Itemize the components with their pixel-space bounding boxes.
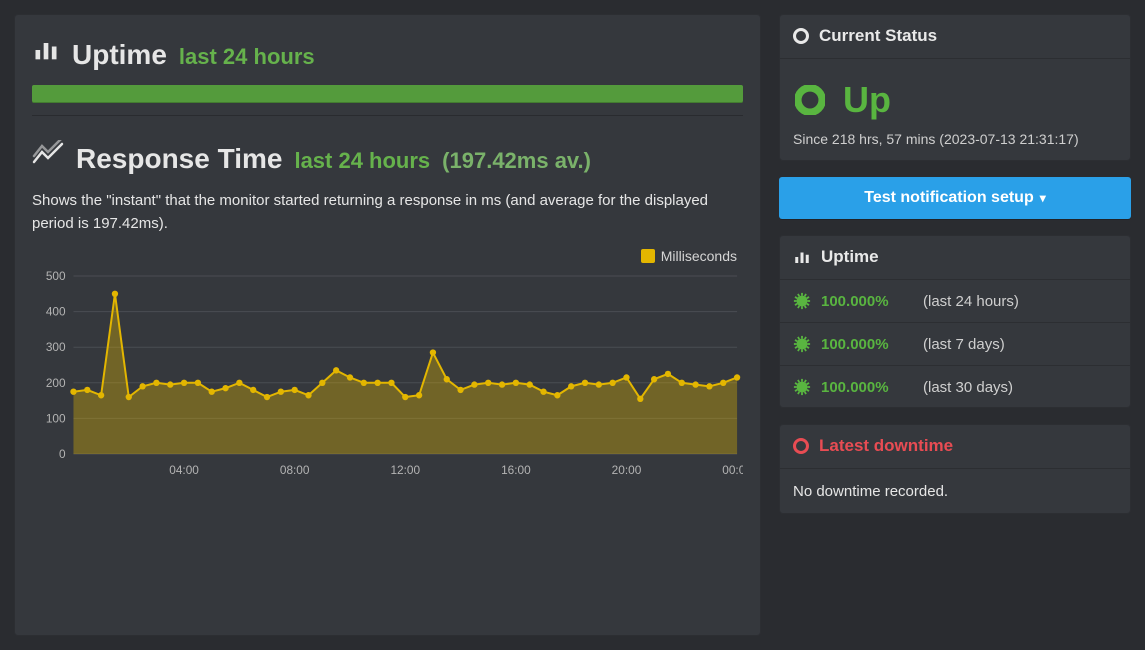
- svg-text:400: 400: [46, 304, 66, 318]
- legend-swatch: [641, 249, 655, 263]
- burst-icon: [793, 292, 811, 310]
- uptime-subtitle: last 24 hours: [179, 44, 315, 70]
- response-avg: (197.42ms av.): [442, 148, 591, 174]
- svg-text:04:00: 04:00: [169, 462, 199, 476]
- uptime-title: Uptime: [72, 39, 167, 71]
- uptime-panel: Uptime 100.000% (last 24 hours) 100.000%…: [779, 235, 1131, 408]
- svg-text:08:00: 08:00: [280, 462, 310, 476]
- uptime-pct: 100.000%: [821, 336, 913, 353]
- downtime-header: Latest downtime: [779, 424, 1131, 469]
- uptime-bar: [32, 85, 743, 103]
- downtime-panel: Latest downtime No downtime recorded.: [779, 424, 1131, 514]
- current-status-header: Current Status: [779, 14, 1131, 59]
- downtime-body: No downtime recorded.: [779, 469, 1131, 514]
- bars-icon: [32, 36, 60, 64]
- response-title: Response Time: [76, 143, 282, 175]
- uptime-panel-title: Uptime: [821, 247, 879, 267]
- uptime-row: 100.000% (last 7 days): [779, 322, 1131, 365]
- svg-text:200: 200: [46, 375, 66, 389]
- legend-label: Milliseconds: [661, 248, 737, 264]
- status-state: Up: [843, 79, 891, 121]
- uptime-period: (last 24 hours): [923, 293, 1019, 310]
- bars-icon: [793, 248, 811, 266]
- burst-icon: [793, 335, 811, 353]
- svg-text:16:00: 16:00: [501, 462, 531, 476]
- uptime-row: 100.000% (last 24 hours): [779, 280, 1131, 322]
- svg-text:500: 500: [46, 270, 66, 283]
- svg-text:20:00: 20:00: [612, 462, 642, 476]
- up-dot-icon: [795, 85, 825, 115]
- downtime-title: Latest downtime: [819, 436, 953, 456]
- uptime-pct: 100.000%: [821, 379, 913, 396]
- response-chart: 0 100 200 300 400 500 04:00 08:00 12:00 16:00 20:0…: [32, 270, 743, 480]
- current-status-title: Current Status: [819, 26, 937, 46]
- response-description: Shows the "instant" that the monitor sta…: [32, 189, 712, 236]
- uptime-period: (last 30 days): [923, 379, 1013, 396]
- uptime-section-header: Uptime last 24 hours: [32, 36, 743, 71]
- chart-legend: Milliseconds: [32, 248, 737, 264]
- svg-text:00:00: 00:00: [722, 462, 743, 476]
- down-dot-icon: [793, 438, 809, 454]
- status-since: Since 218 hrs, 57 mins (2023-07-13 21:31…: [793, 131, 1117, 147]
- trend-icon: [32, 140, 64, 168]
- burst-icon: [793, 378, 811, 396]
- uptime-period: (last 7 days): [923, 336, 1005, 353]
- svg-text:100: 100: [46, 411, 66, 425]
- test-notification-label: Test notification setup: [864, 189, 1033, 206]
- status-up: Up: [793, 73, 1117, 131]
- caret-down-icon: ▾: [1040, 191, 1046, 205]
- svg-text:300: 300: [46, 340, 66, 354]
- side-column: Current Status Up Since 218 hrs, 57 mins…: [779, 14, 1131, 636]
- main-panel: Uptime last 24 hours Response Time last …: [14, 14, 761, 636]
- uptime-row: 100.000% (last 30 days): [779, 365, 1131, 408]
- separator: [32, 115, 743, 116]
- svg-text:12:00: 12:00: [390, 462, 420, 476]
- uptime-panel-header: Uptime: [779, 235, 1131, 280]
- response-subtitle: last 24 hours: [294, 148, 430, 174]
- status-dot-icon: [793, 28, 809, 44]
- test-notification-button[interactable]: Test notification setup ▾: [779, 177, 1131, 219]
- response-section-header: Response Time last 24 hours (197.42ms av…: [32, 140, 743, 175]
- current-status-panel: Current Status Up Since 218 hrs, 57 mins…: [779, 14, 1131, 161]
- uptime-pct: 100.000%: [821, 293, 913, 310]
- svg-text:0: 0: [59, 446, 66, 460]
